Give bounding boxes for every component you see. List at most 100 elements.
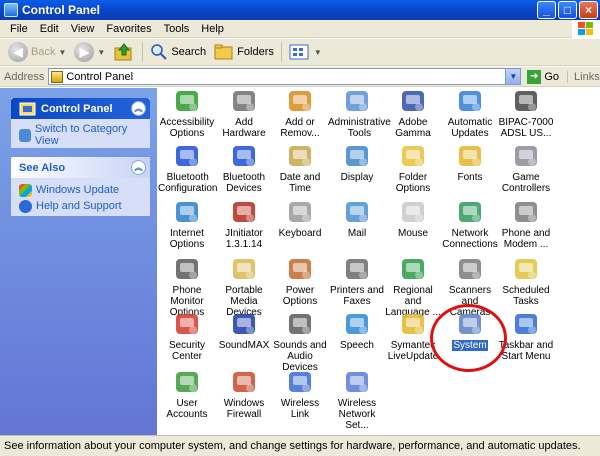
control-panel-item-label: Fonts <box>457 172 483 183</box>
control-panel-item[interactable]: Bluetooth Devices <box>214 143 274 199</box>
control-panel-item-label: Accessibility Options <box>159 117 215 139</box>
control-panel-item[interactable]: Scheduled Tasks <box>496 256 556 312</box>
control-panel-item[interactable]: Internet Options <box>157 199 217 255</box>
control-panel-item-label: Date and Time <box>279 172 321 194</box>
control-panel-item[interactable]: Phone and Modem ... <box>496 199 556 255</box>
status-text: See information about your computer syst… <box>4 440 581 452</box>
control-panel-item[interactable]: SoundMAX <box>214 311 274 367</box>
go-button[interactable]: ➔ Go <box>527 69 559 84</box>
bluetooth-icon <box>174 143 200 169</box>
help-support-link[interactable]: Help and Support <box>19 198 144 214</box>
toolbar-separator <box>280 42 282 62</box>
views-button[interactable]: ▼ <box>285 40 326 64</box>
control-panel-item[interactable]: Game Controllers <box>496 143 556 199</box>
links-toolbar[interactable]: Links <box>567 70 600 83</box>
collapse-icon[interactable]: ︽ <box>131 160 146 175</box>
speech-icon <box>344 311 370 337</box>
control-panel-item[interactable]: Folder Options <box>383 143 443 199</box>
control-panel-item[interactable]: Add or Remov... <box>270 88 330 144</box>
mail-icon <box>344 199 370 225</box>
scheduled-tasks-icon <box>513 256 539 282</box>
back-arrow-icon: ◀ <box>8 42 28 62</box>
minimize-button[interactable]: _ <box>537 1 556 19</box>
search-button[interactable]: Search <box>146 40 210 64</box>
control-panel-item[interactable]: Speech <box>327 311 387 367</box>
control-panel-item[interactable]: Security Center <box>157 311 217 367</box>
chevron-down-icon: ▼ <box>58 47 67 57</box>
control-panel-item[interactable]: Regional and Language ... <box>383 256 443 318</box>
control-panel-item[interactable]: Automatic Updates <box>440 88 500 144</box>
phone-modem-icon <box>513 199 539 225</box>
menu-edit[interactable]: Edit <box>34 23 65 35</box>
windows-update-label: Windows Update <box>36 184 120 196</box>
views-icon <box>289 44 309 60</box>
control-panel-item[interactable]: Windows Firewall <box>214 369 274 425</box>
scanners-cameras-icon <box>457 256 483 282</box>
control-panel-item-label: Scheduled Tasks <box>502 285 550 307</box>
toolbar: ◀ Back ▼ ▶ ▼ Search Folders ▼ <box>0 39 600 66</box>
control-panel-item-label: Wireless Link <box>280 398 320 420</box>
mouse-icon <box>400 199 426 225</box>
control-panel-item[interactable]: Phone Monitor Options <box>157 256 217 318</box>
control-panel-item[interactable]: Mouse <box>383 199 443 255</box>
menu-view[interactable]: View <box>65 23 101 35</box>
control-panel-item[interactable]: Fonts <box>440 143 500 199</box>
control-panel-item[interactable]: User Accounts <box>157 369 217 425</box>
control-panel-box-header[interactable]: Control Panel ︽ <box>11 98 150 119</box>
control-panel-items: Accessibility Options Add Hardware Add or … <box>157 88 600 435</box>
control-panel-item[interactable]: Printers and Faxes <box>327 256 387 312</box>
folders-button[interactable]: Folders <box>210 40 278 64</box>
display-icon <box>344 143 370 169</box>
close-button[interactable]: × <box>579 1 598 19</box>
control-panel-item-label: Mail <box>347 228 367 239</box>
control-panel-item-label: Keyboard <box>278 228 322 239</box>
control-panel-item[interactable]: Wireless Link <box>270 369 330 425</box>
see-also-header[interactable]: See Also ︽ <box>11 157 150 178</box>
automatic-updates-icon <box>457 88 483 114</box>
collapse-icon[interactable]: ︽ <box>131 101 146 116</box>
control-panel-item[interactable]: Mail <box>327 199 387 255</box>
fonts-icon <box>457 143 483 169</box>
menu-favorites[interactable]: Favorites <box>100 23 157 35</box>
see-also-box: See Also ︽ Windows Update Help and Suppo… <box>11 157 150 216</box>
up-folder-button[interactable] <box>109 40 139 64</box>
control-panel-item[interactable]: Date and Time <box>270 143 330 199</box>
back-button[interactable]: ◀ Back ▼ <box>4 40 70 64</box>
control-panel-item[interactable]: Keyboard <box>270 199 330 255</box>
network-connections-icon <box>457 199 483 225</box>
control-panel-item[interactable]: Administrative Tools <box>327 88 391 144</box>
forward-button[interactable]: ▶ ▼ <box>70 40 109 64</box>
menu-tools[interactable]: Tools <box>158 23 196 35</box>
control-panel-item[interactable]: Bluetooth Configuration <box>157 143 217 199</box>
portable-media-icon <box>231 256 257 282</box>
switch-category-view-link[interactable]: Switch to Category View <box>19 123 144 147</box>
status-bar: See information about your computer syst… <box>0 435 600 456</box>
control-panel-item[interactable]: Portable Media Devices <box>214 256 274 318</box>
help-icon <box>19 199 32 213</box>
control-panel-item[interactable]: Accessibility Options <box>157 88 217 144</box>
maximize-button[interactable]: □ <box>558 1 577 19</box>
control-panel-item[interactable]: JInitiator 1.3.1.14 <box>214 199 274 255</box>
menu-help[interactable]: Help <box>195 23 230 35</box>
control-panel-item-label: Wireless Network Set... <box>337 398 377 431</box>
control-panel-item[interactable]: BIPAC-7000 ADSL US... <box>496 88 556 144</box>
control-panel-item-label: Game Controllers <box>501 172 551 194</box>
address-input[interactable]: Control Panel ▼ <box>48 68 522 85</box>
menu-file[interactable]: File <box>4 23 34 35</box>
control-panel-item[interactable]: Power Options <box>270 256 330 312</box>
chevron-down-icon: ▼ <box>97 47 106 57</box>
control-panel-item[interactable]: Display <box>327 143 387 199</box>
help-support-label: Help and Support <box>36 200 122 212</box>
search-label: Search <box>171 46 207 58</box>
control-panel-item-label: SoundMAX <box>218 340 270 351</box>
control-panel-item-label: Power Options <box>282 285 318 307</box>
red-highlight-circle <box>430 304 507 372</box>
control-panel-item[interactable]: Network Connections <box>440 199 500 255</box>
control-panel-item[interactable]: Wireless Network Set... <box>327 369 387 431</box>
control-panel-item[interactable]: Add Hardware <box>214 88 274 144</box>
control-panel-item[interactable]: Sounds and Audio Devices <box>270 311 330 373</box>
control-panel-item[interactable]: Adobe Gamma <box>383 88 443 144</box>
address-dropdown-icon[interactable]: ▼ <box>505 69 521 84</box>
control-panel-item-label: Folder Options <box>395 172 431 194</box>
windows-update-link[interactable]: Windows Update <box>19 182 144 198</box>
